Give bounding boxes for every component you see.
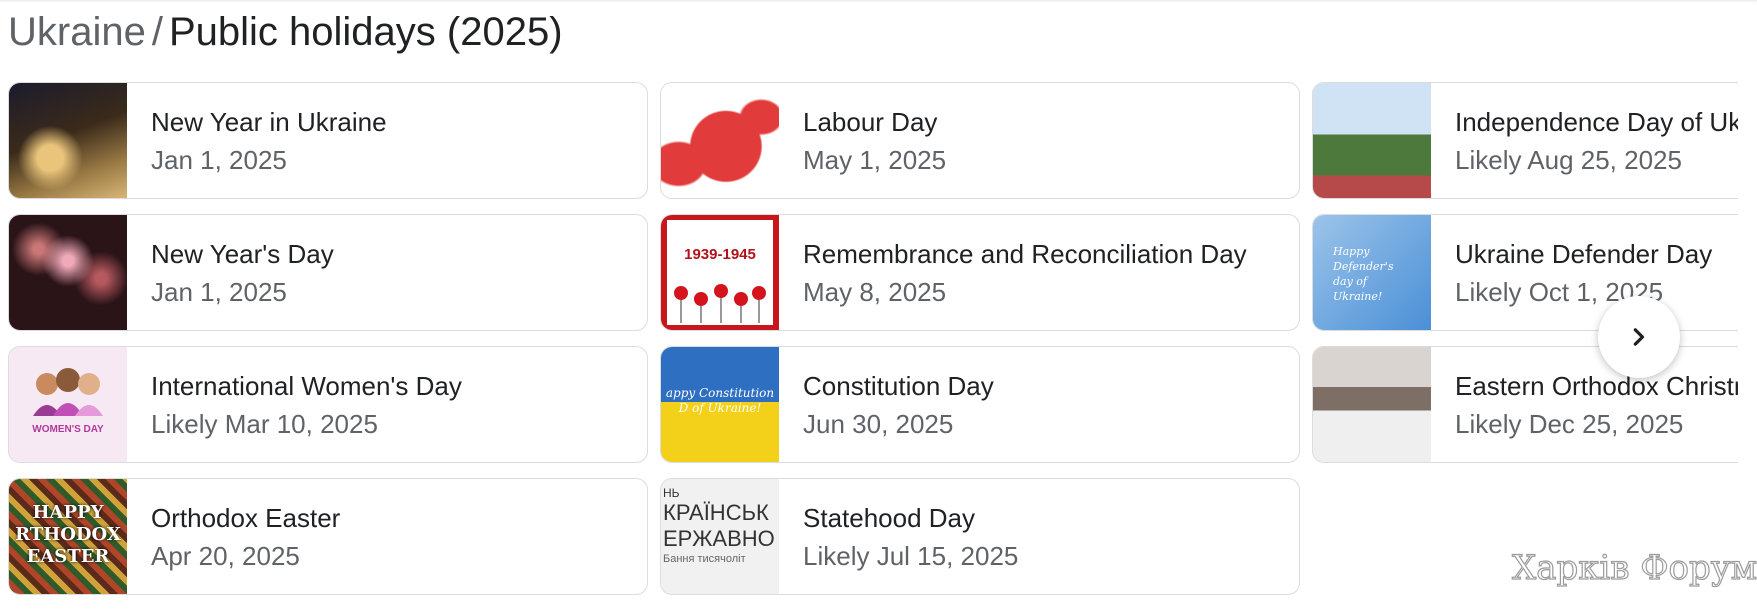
holiday-date: Apr 20, 2025 — [151, 540, 300, 571]
remembrance-caption: 1939-1945 — [684, 246, 756, 263]
statehood-caption-line: НЬ — [663, 486, 680, 500]
independence-parade-image — [1313, 83, 1431, 198]
holiday-date: Likely Oct 1, 2025 — [1455, 276, 1664, 307]
holiday-date: Likely Dec 25, 2025 — [1455, 408, 1684, 439]
holiday-name: International Women's Day — [151, 370, 462, 401]
easter-caption-line: EASTER — [26, 546, 110, 567]
constitution-caption: appy Constitution D of Ukraine! — [665, 386, 775, 415]
defender-day-image: Happy Defender's day of Ukraine! — [1313, 215, 1431, 330]
holiday-name: Statehood Day — [803, 502, 976, 533]
easter-eggs-image: HAPPY RTHODOX EASTER — [9, 479, 127, 594]
holiday-card[interactable]: HAPPY RTHODOX EASTER Orthodox Easter Apr… — [8, 478, 648, 595]
holiday-name: Eastern Orthodox Christmas — [1455, 370, 1738, 401]
holiday-date: Likely Mar 10, 2025 — [151, 408, 378, 439]
holiday-name: Labour Day — [803, 106, 938, 137]
holiday-card[interactable]: Eastern Orthodox Christmas Likely Dec 25… — [1312, 346, 1738, 463]
holiday-name: Constitution Day — [803, 370, 994, 401]
holiday-name: Ukraine Defender Day — [1455, 238, 1713, 269]
carousel-next-button[interactable] — [1598, 296, 1680, 378]
holiday-name: New Year in Ukraine — [151, 106, 387, 137]
holiday-date: Jan 1, 2025 — [151, 276, 287, 307]
holiday-card[interactable]: Happy Defender's day of Ukraine! Ukraine… — [1312, 214, 1738, 331]
statehood-caption-line: Бання тисячоліт — [663, 553, 746, 565]
holiday-card[interactable]: 1939-1945 Remembrance and Reconciliation… — [660, 214, 1300, 331]
women-figures-icon — [33, 368, 103, 416]
chevron-right-icon — [1633, 328, 1645, 346]
statehood-caption-line: КРАЇНСЬК — [663, 500, 769, 525]
holiday-name: Orthodox Easter — [151, 502, 341, 533]
breadcrumb-country[interactable]: Ukraine — [8, 10, 146, 54]
holiday-card[interactable]: НЬ КРАЇНСЬК ЕРЖАВНО Бання тисячоліт Stat… — [660, 478, 1300, 595]
christmas-crowd-image — [1313, 347, 1431, 462]
page-title: Public holidays (2025) — [168, 10, 563, 54]
new-year-village-image — [9, 83, 127, 198]
holiday-name: New Year's Day — [151, 238, 334, 269]
holiday-date: Likely Jul 15, 2025 — [803, 540, 1019, 571]
holiday-grid: New Year in Ukraine Jan 1, 2025 New Year… — [0, 82, 1738, 595]
easter-caption-line: RTHODOX — [15, 524, 121, 545]
breadcrumb-separator: / — [151, 10, 163, 54]
holiday-date: Likely Aug 25, 2025 — [1455, 144, 1682, 175]
holiday-date: May 1, 2025 — [803, 144, 947, 175]
poppies-image: 1939-1945 — [661, 215, 779, 330]
page-header: Ukraine / Public holidays (2025) — [8, 6, 563, 58]
top-divider — [0, 0, 1757, 3]
poppy-flowers-icon — [674, 284, 766, 323]
defender-caption: Happy Defender's day of Ukraine! — [1333, 245, 1394, 303]
holiday-card[interactable]: New Year's Day Jan 1, 2025 — [8, 214, 648, 331]
womens-day-caption: WOMEN'S DAY — [32, 424, 104, 435]
statehood-caption-line: ЕРЖАВНО — [663, 526, 775, 551]
statehood-text-image: НЬ КРАЇНСЬК ЕРЖАВНО Бання тисячоліт — [661, 479, 779, 594]
holiday-card[interactable]: Independence Day of Ukraine Likely Aug 2… — [1312, 82, 1738, 199]
holiday-carousel[interactable]: New Year in Ukraine Jan 1, 2025 New Year… — [0, 82, 1738, 612]
holiday-name: Remembrance and Reconciliation Day — [803, 238, 1247, 269]
holiday-name: Independence Day of Ukraine — [1455, 106, 1738, 137]
holiday-card[interactable]: Labour Day May 1, 2025 — [660, 82, 1300, 199]
holiday-date: May 8, 2025 — [803, 276, 947, 307]
ukraine-flag-image: appy Constitution D of Ukraine! — [661, 347, 779, 462]
holiday-date: Jan 1, 2025 — [151, 144, 287, 175]
holiday-card[interactable]: WOMEN'S DAY International Women's Day Li… — [8, 346, 648, 463]
world-map-image — [661, 83, 779, 198]
holiday-card[interactable]: New Year in Ukraine Jan 1, 2025 — [8, 82, 648, 199]
holiday-date: Jun 30, 2025 — [803, 408, 954, 439]
watermark-logo: Харків Форум — [1511, 547, 1757, 588]
holiday-card[interactable]: appy Constitution D of Ukraine! Constitu… — [660, 346, 1300, 463]
fireworks-image — [9, 215, 127, 330]
easter-caption-line: HAPPY — [32, 502, 104, 523]
womens-day-image: WOMEN'S DAY — [9, 347, 127, 462]
